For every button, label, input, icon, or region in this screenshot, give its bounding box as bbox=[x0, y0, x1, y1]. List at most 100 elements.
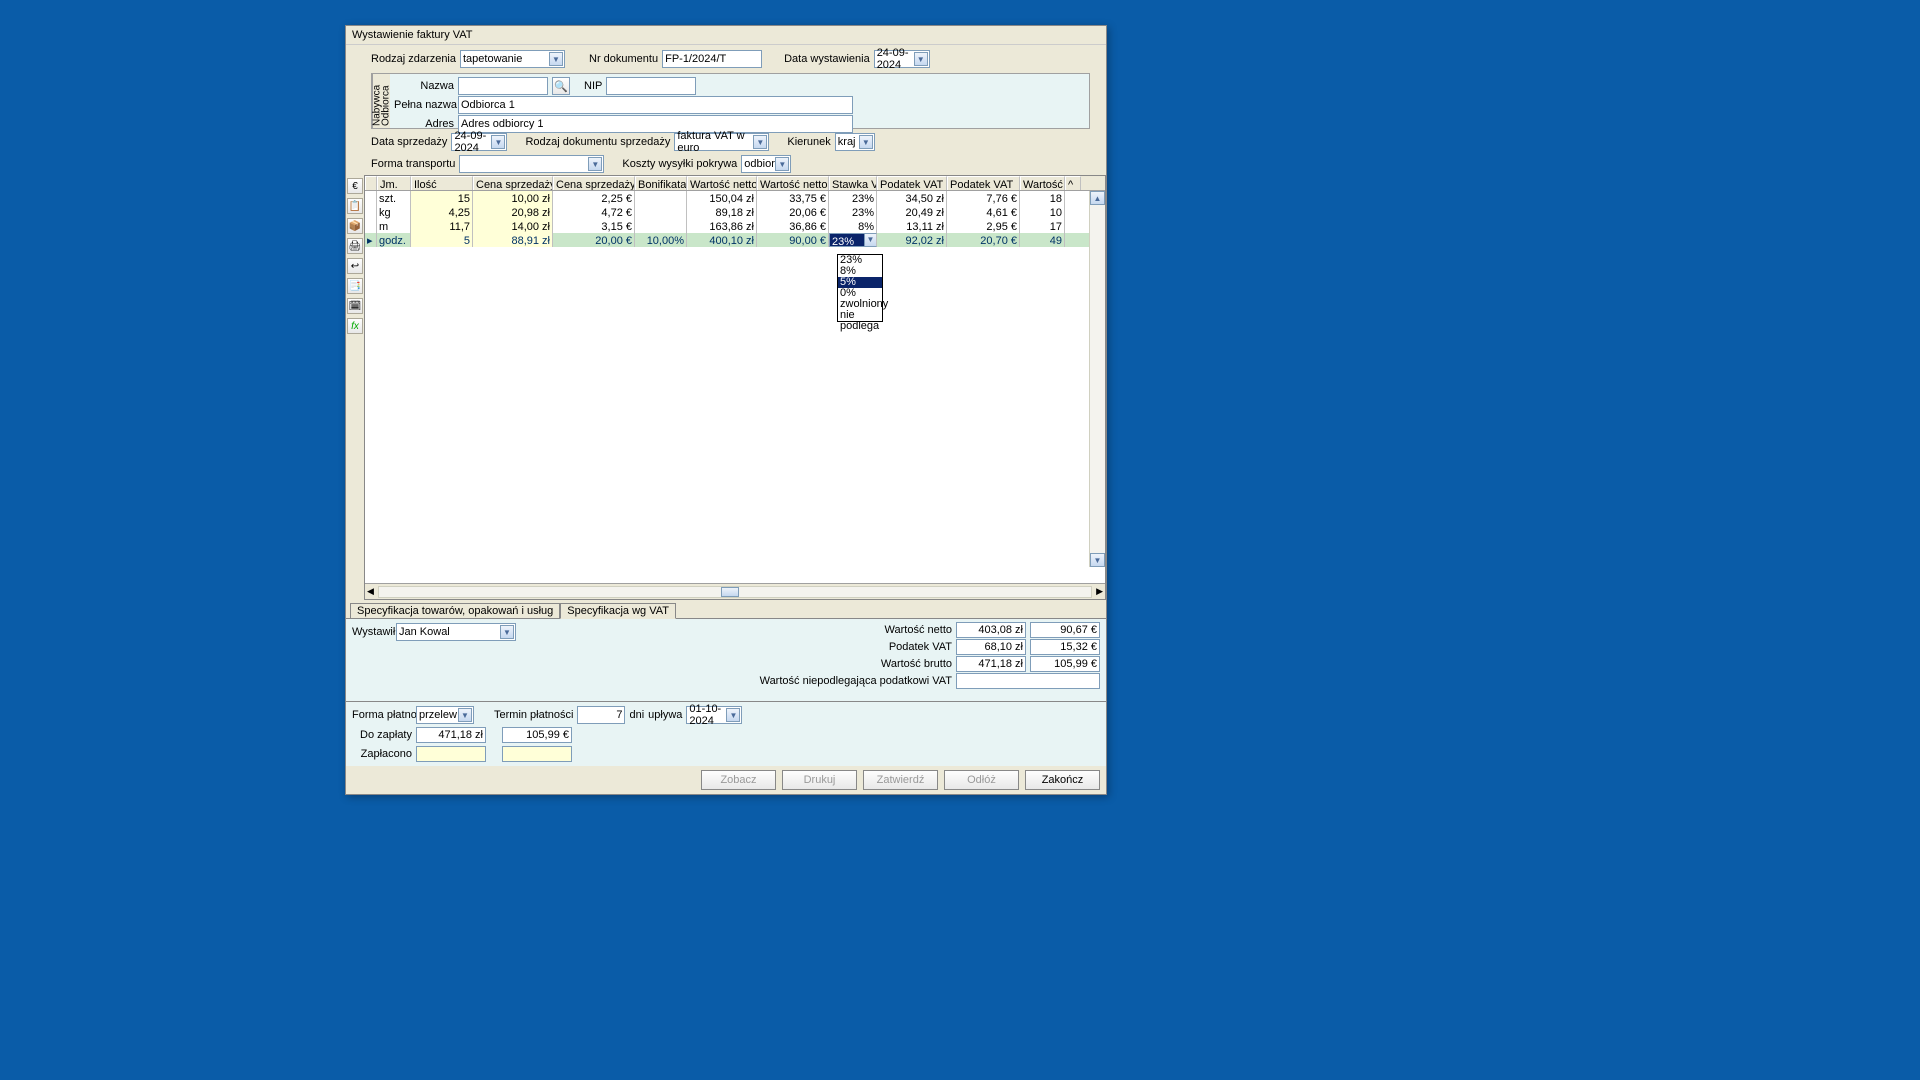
pelna-nazwa-input[interactable] bbox=[458, 96, 853, 114]
table-row[interactable]: m11,714,00 zł3,15 € 163,86 zł36,86 €8%13,… bbox=[365, 219, 1105, 233]
cell-csn[interactable]: 10,00 zł bbox=[473, 191, 553, 205]
grid-header-ilosc[interactable]: Ilość bbox=[411, 176, 473, 190]
drukuj-button[interactable]: Drukuj bbox=[782, 770, 857, 790]
grid-header-csne[interactable]: Cena sprzedaży netto bbox=[553, 176, 635, 190]
cell-wb[interactable]: 18 bbox=[1020, 191, 1065, 205]
vat-combo-open[interactable]: 23%▼ bbox=[829, 233, 877, 247]
cell-csne[interactable]: 2,25 € bbox=[553, 191, 635, 205]
termin-platnosci-input[interactable] bbox=[577, 706, 625, 724]
zakoncz-button[interactable]: Zakończ bbox=[1025, 770, 1100, 790]
kierunek-combo[interactable]: kraj▼ bbox=[835, 133, 875, 151]
cell-wb[interactable]: 17 bbox=[1020, 219, 1065, 233]
cell-wne[interactable]: 90,00 € bbox=[757, 233, 829, 247]
forma-transportu-combo[interactable]: ▼ bbox=[459, 155, 604, 173]
nr-dokumentu-input[interactable] bbox=[662, 50, 762, 68]
buyer-tab[interactable]: Nabywca Odbiorca bbox=[372, 74, 390, 128]
wystawil-combo[interactable]: Jan Kowal▼ bbox=[396, 623, 516, 641]
side-btn-5[interactable]: ↩ bbox=[347, 258, 363, 274]
grid-header-bon[interactable]: Bonifikata bbox=[635, 176, 687, 190]
rodzaj-zdarzenia-combo[interactable]: tapetowanie▼ bbox=[460, 50, 565, 68]
cell-wn[interactable]: 400,10 zł bbox=[687, 233, 757, 247]
cell-pvat[interactable]: 20,49 zł bbox=[877, 205, 947, 219]
grid-header-wn[interactable]: Wartość netto bbox=[687, 176, 757, 190]
cell-csne[interactable]: 20,00 € bbox=[553, 233, 635, 247]
side-btn-3[interactable]: 📦 bbox=[347, 218, 363, 234]
table-row[interactable]: szt.1510,00 zł2,25 € 150,04 zł33,75 €23%3… bbox=[365, 191, 1105, 205]
items-grid[interactable]: Jm. Ilość Cena sprzedaży netto Cena sprz… bbox=[364, 175, 1106, 600]
cell-wn[interactable]: 163,86 zł bbox=[687, 219, 757, 233]
cell-jm[interactable]: szt. bbox=[377, 191, 411, 205]
cell-wn[interactable]: 89,18 zł bbox=[687, 205, 757, 219]
side-btn-2[interactable]: 📋 bbox=[347, 198, 363, 214]
cell-csne[interactable]: 3,15 € bbox=[553, 219, 635, 233]
forma-platnosci-combo[interactable]: przelew▼ bbox=[416, 706, 474, 724]
cell-bon[interactable] bbox=[635, 205, 687, 219]
cell-csn[interactable]: 88,91 zł bbox=[473, 233, 553, 247]
zaplacono-eur[interactable] bbox=[502, 746, 572, 762]
side-fx-button[interactable]: fx bbox=[347, 318, 363, 334]
cell-pvate[interactable]: 7,76 € bbox=[947, 191, 1020, 205]
search-button[interactable]: 🔍 bbox=[552, 77, 570, 95]
cell-svat[interactable]: 23% bbox=[829, 205, 877, 219]
cell-bon[interactable] bbox=[635, 191, 687, 205]
cell-ilosc[interactable]: 11,7 bbox=[411, 219, 473, 233]
cell-jm[interactable]: m bbox=[377, 219, 411, 233]
nazwa-input[interactable] bbox=[458, 77, 548, 95]
cell-wb[interactable]: 49 bbox=[1020, 233, 1065, 247]
grid-header-wne[interactable]: Wartość netto bbox=[757, 176, 829, 190]
vat-dropdown[interactable]: 23%8%5%0%zwolnionynie podlega bbox=[837, 254, 883, 322]
cell-csn[interactable]: 20,98 zł bbox=[473, 205, 553, 219]
cell-pvate[interactable]: 20,70 € bbox=[947, 233, 1020, 247]
cell-wb[interactable]: 10 bbox=[1020, 205, 1065, 219]
grid-header-marker[interactable] bbox=[365, 176, 377, 190]
cell-ilosc[interactable]: 15 bbox=[411, 191, 473, 205]
scroll-down-icon[interactable]: ▼ bbox=[1090, 553, 1105, 567]
side-btn-4[interactable]: 🖨 bbox=[347, 238, 363, 254]
cell-ilosc[interactable]: 5 bbox=[411, 233, 473, 247]
grid-header-wb[interactable]: Wartość bru bbox=[1020, 176, 1065, 190]
cell-bon[interactable]: 10,00% bbox=[635, 233, 687, 247]
cell-pvat[interactable]: 92,02 zł bbox=[877, 233, 947, 247]
cell-wne[interactable]: 33,75 € bbox=[757, 191, 829, 205]
data-sprzedazy-input[interactable]: 24-09-2024▼ bbox=[451, 133, 507, 151]
nip-input[interactable] bbox=[606, 77, 696, 95]
cell-pvat[interactable]: 34,50 zł bbox=[877, 191, 947, 205]
uplywa-input[interactable]: 01-10-2024▼ bbox=[686, 706, 742, 724]
scroll-up-icon[interactable]: ▲ bbox=[1090, 191, 1105, 205]
tab-spec-towarow[interactable]: Specyfikacja towarów, opakowań i usług bbox=[350, 603, 560, 619]
cell-wn[interactable]: 150,04 zł bbox=[687, 191, 757, 205]
cell-svat[interactable]: 23% bbox=[829, 191, 877, 205]
grid-header-pvate[interactable]: Podatek VAT bbox=[947, 176, 1020, 190]
grid-header-csn[interactable]: Cena sprzedaży netto bbox=[473, 176, 553, 190]
scroll-right-icon[interactable]: ▶ bbox=[1096, 586, 1103, 597]
cell-bon[interactable] bbox=[635, 219, 687, 233]
cell-pvat[interactable]: 13,11 zł bbox=[877, 219, 947, 233]
cell-wne[interactable]: 20,06 € bbox=[757, 205, 829, 219]
cell-jm[interactable]: godz. bbox=[377, 233, 411, 247]
scroll-left-icon[interactable]: ◀ bbox=[367, 586, 374, 597]
cell-svat[interactable]: 8% bbox=[829, 219, 877, 233]
cell-ilosc[interactable]: 4,25 bbox=[411, 205, 473, 219]
cell-pvate[interactable]: 4,61 € bbox=[947, 205, 1020, 219]
scrollbar-thumb[interactable] bbox=[721, 587, 739, 597]
cell-wne[interactable]: 36,86 € bbox=[757, 219, 829, 233]
table-row[interactable]: kg4,2520,98 zł4,72 € 89,18 zł20,06 €23%20… bbox=[365, 205, 1105, 219]
vertical-scrollbar[interactable]: ▲ ▼ bbox=[1089, 191, 1105, 567]
rodzaj-dok-combo[interactable]: faktura VAT w euro▼ bbox=[674, 133, 769, 151]
cell-csn[interactable]: 14,00 zł bbox=[473, 219, 553, 233]
cell-jm[interactable]: kg bbox=[377, 205, 411, 219]
grid-header-svat[interactable]: Stawka VAT bbox=[829, 176, 877, 190]
odloz-button[interactable]: Odłóż bbox=[944, 770, 1019, 790]
side-btn-6[interactable]: 📑 bbox=[347, 278, 363, 294]
side-btn-7[interactable]: 🗓 bbox=[347, 298, 363, 314]
cell-csne[interactable]: 4,72 € bbox=[553, 205, 635, 219]
grid-header-jm[interactable]: Jm. bbox=[377, 176, 411, 190]
zatwierdz-button[interactable]: Zatwierdź bbox=[863, 770, 938, 790]
tab-spec-vat[interactable]: Specyfikacja wg VAT bbox=[560, 603, 676, 619]
zobacz-button[interactable]: Zobacz bbox=[701, 770, 776, 790]
koszty-wysylki-combo[interactable]: odbiorca▼ bbox=[741, 155, 791, 173]
grid-header-pvat[interactable]: Podatek VAT bbox=[877, 176, 947, 190]
table-row[interactable]: ▸godz.588,91 zł20,00 €10,00%400,10 zł90,… bbox=[365, 233, 1105, 247]
side-currency-button[interactable]: € bbox=[347, 178, 363, 194]
horizontal-scrollbar[interactable]: ◀ ▶ bbox=[365, 583, 1105, 599]
